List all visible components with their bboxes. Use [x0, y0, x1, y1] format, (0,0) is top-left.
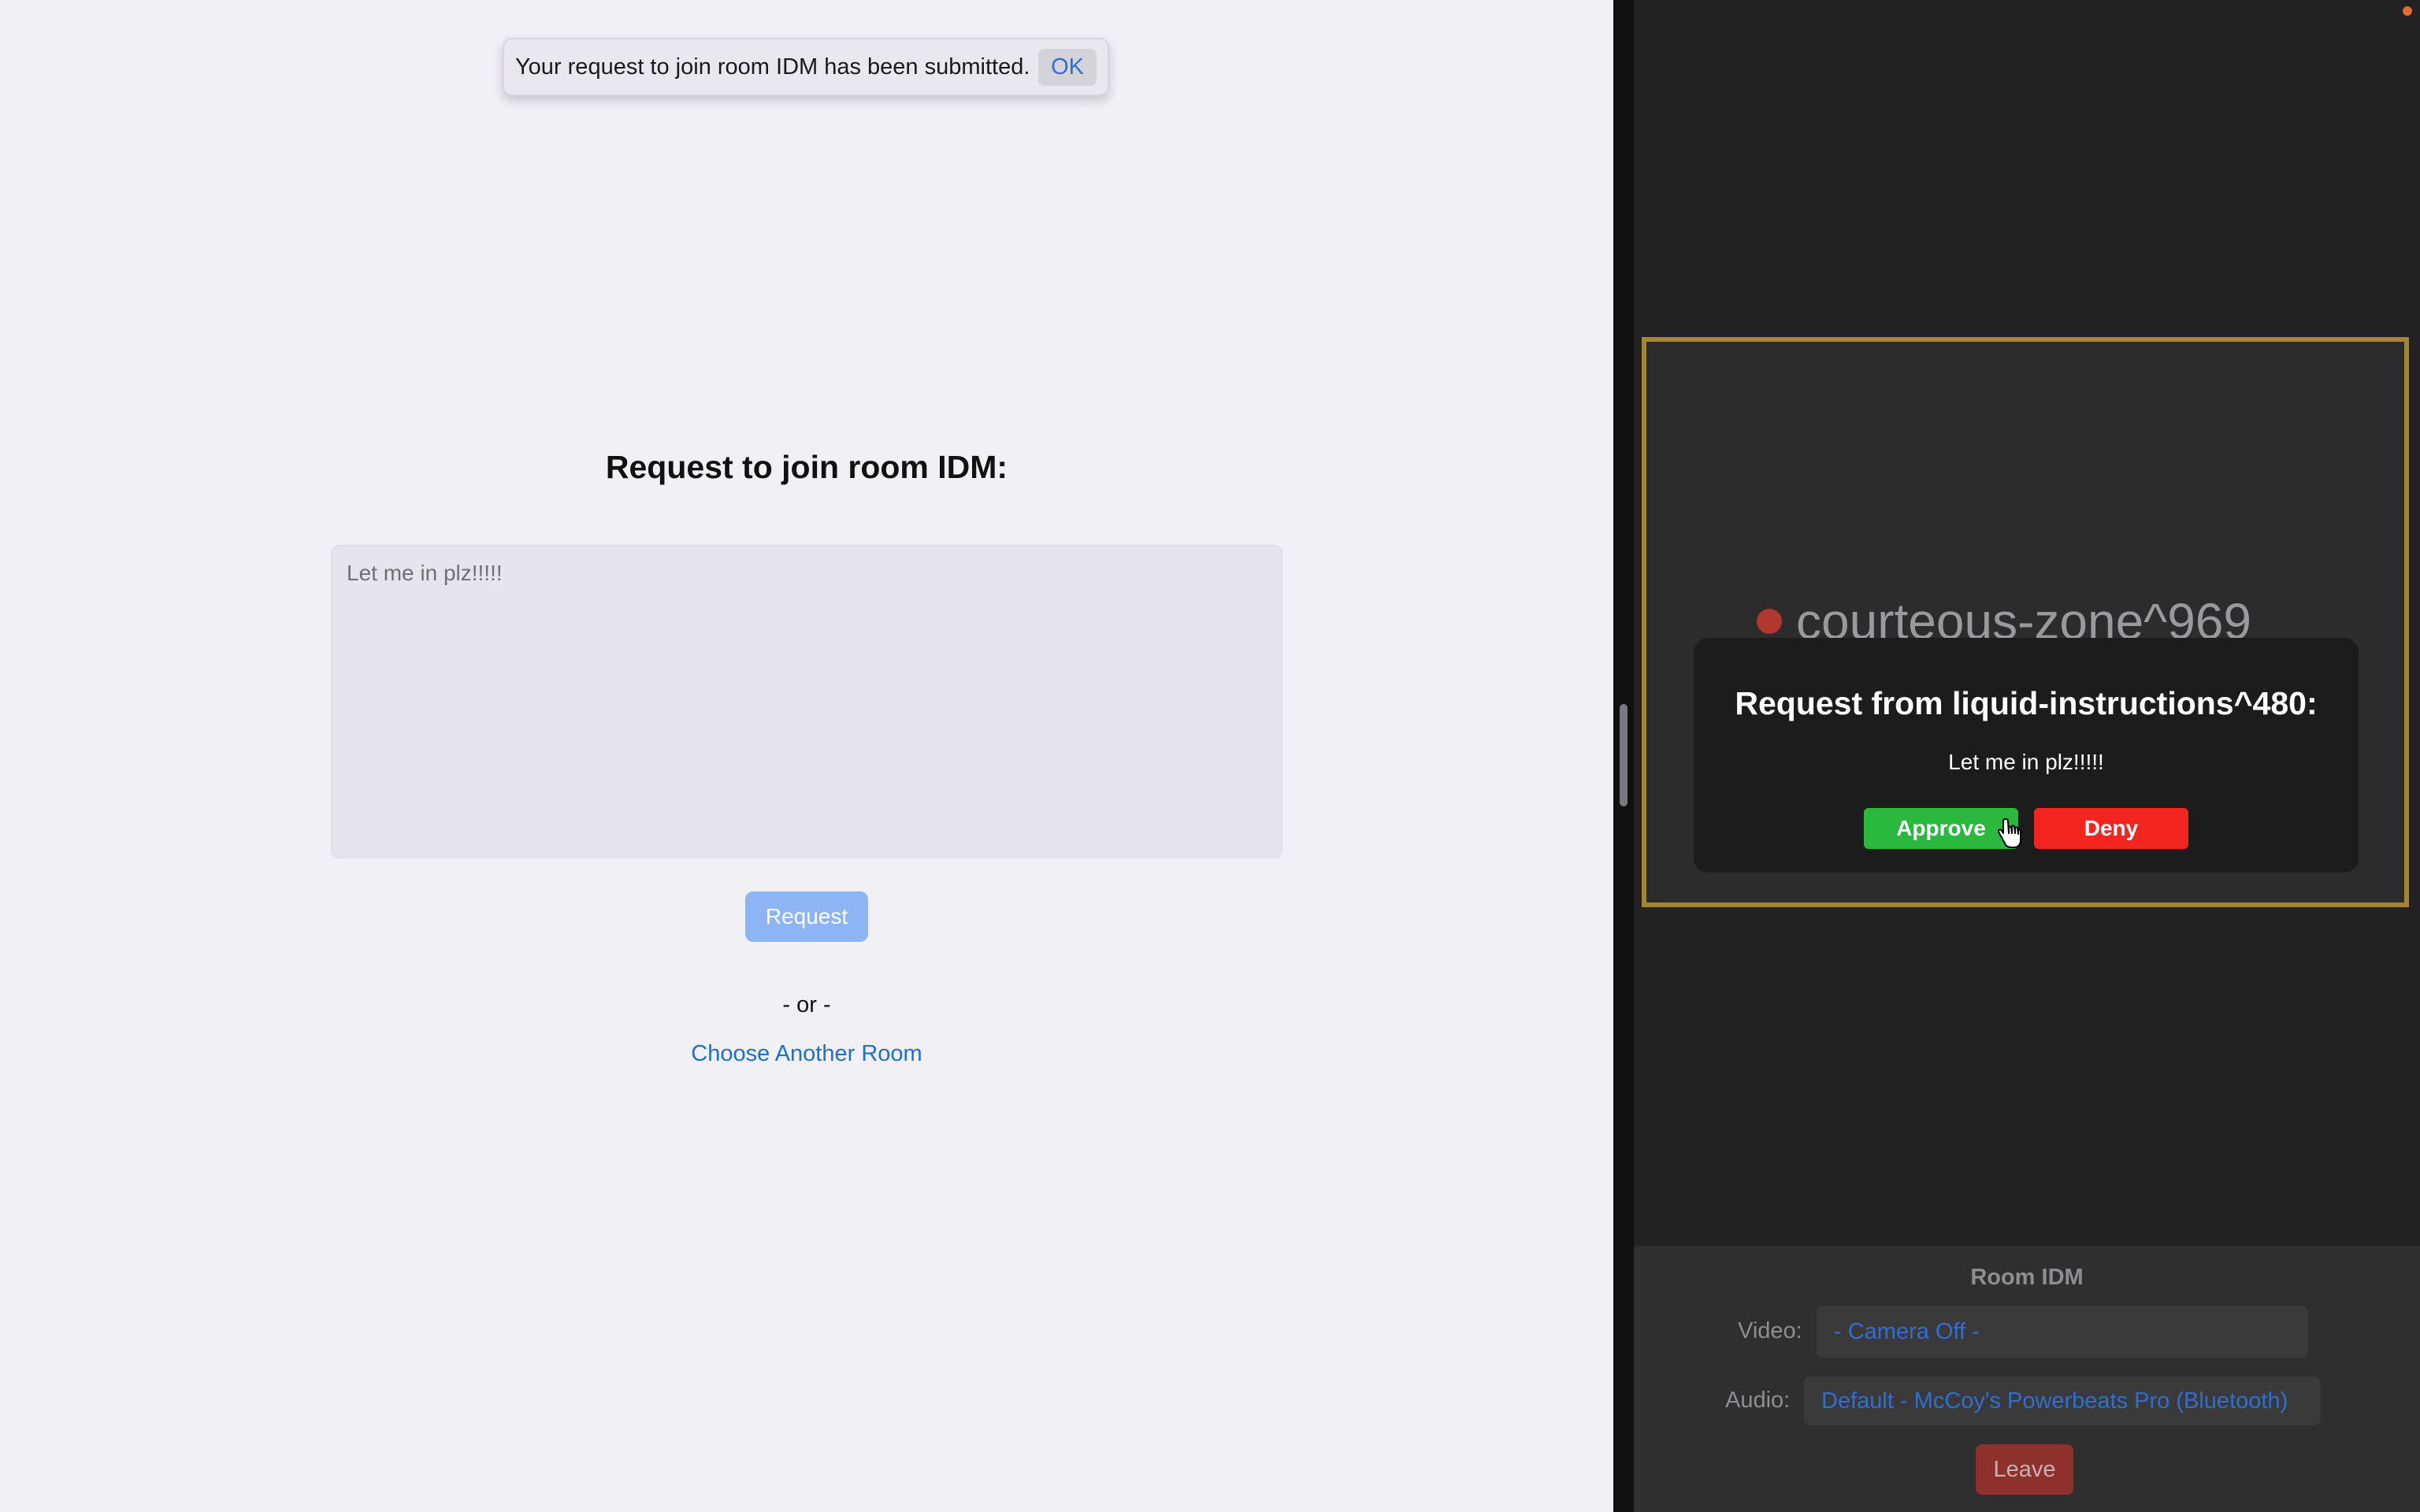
- approve-button[interactable]: Approve: [1864, 808, 2018, 849]
- video-source-select[interactable]: - Camera Off -: [1817, 1306, 2308, 1358]
- scrollbar-thumb[interactable]: [1620, 704, 1628, 806]
- request-button[interactable]: Request: [745, 891, 868, 942]
- video-label: Video:: [1738, 1318, 1802, 1343]
- recording-indicator-icon: [2403, 6, 2412, 16]
- page-title: Request to join room IDM:: [605, 449, 1008, 485]
- join-request-modal: Request from liquid-instructions^480: Le…: [1694, 638, 2359, 873]
- deny-button[interactable]: Deny: [2034, 808, 2188, 849]
- hand-cursor-icon: [1998, 818, 2021, 848]
- or-separator: - or -: [782, 992, 831, 1017]
- toast-message: Your request to join room IDM has been s…: [515, 54, 1030, 80]
- room-control-bar: Room IDM Video: - Camera Off - Audio: De…: [1634, 1246, 2420, 1512]
- audio-label: Audio:: [1725, 1388, 1791, 1413]
- choose-another-room-link[interactable]: Choose Another Room: [0, 1041, 1613, 1067]
- room-name-label: Room IDM: [1970, 1265, 2084, 1290]
- modal-title: Request from liquid-instructions^480:: [1735, 685, 2318, 721]
- submission-toast: Your request to join room IDM has been s…: [503, 38, 1109, 96]
- request-message-input[interactable]: [331, 545, 1282, 858]
- toast-ok-button[interactable]: OK: [1038, 48, 1097, 86]
- modal-message: Let me in plz!!!!!: [1948, 750, 2104, 774]
- leave-button[interactable]: Leave: [1976, 1444, 2073, 1495]
- status-dot-icon: [1757, 609, 1782, 634]
- join-request-page: Your request to join room IDM has been s…: [0, 0, 1613, 1512]
- audio-source-select[interactable]: Default - McCoy's Powerbeats Pro (Blueto…: [1804, 1377, 2321, 1425]
